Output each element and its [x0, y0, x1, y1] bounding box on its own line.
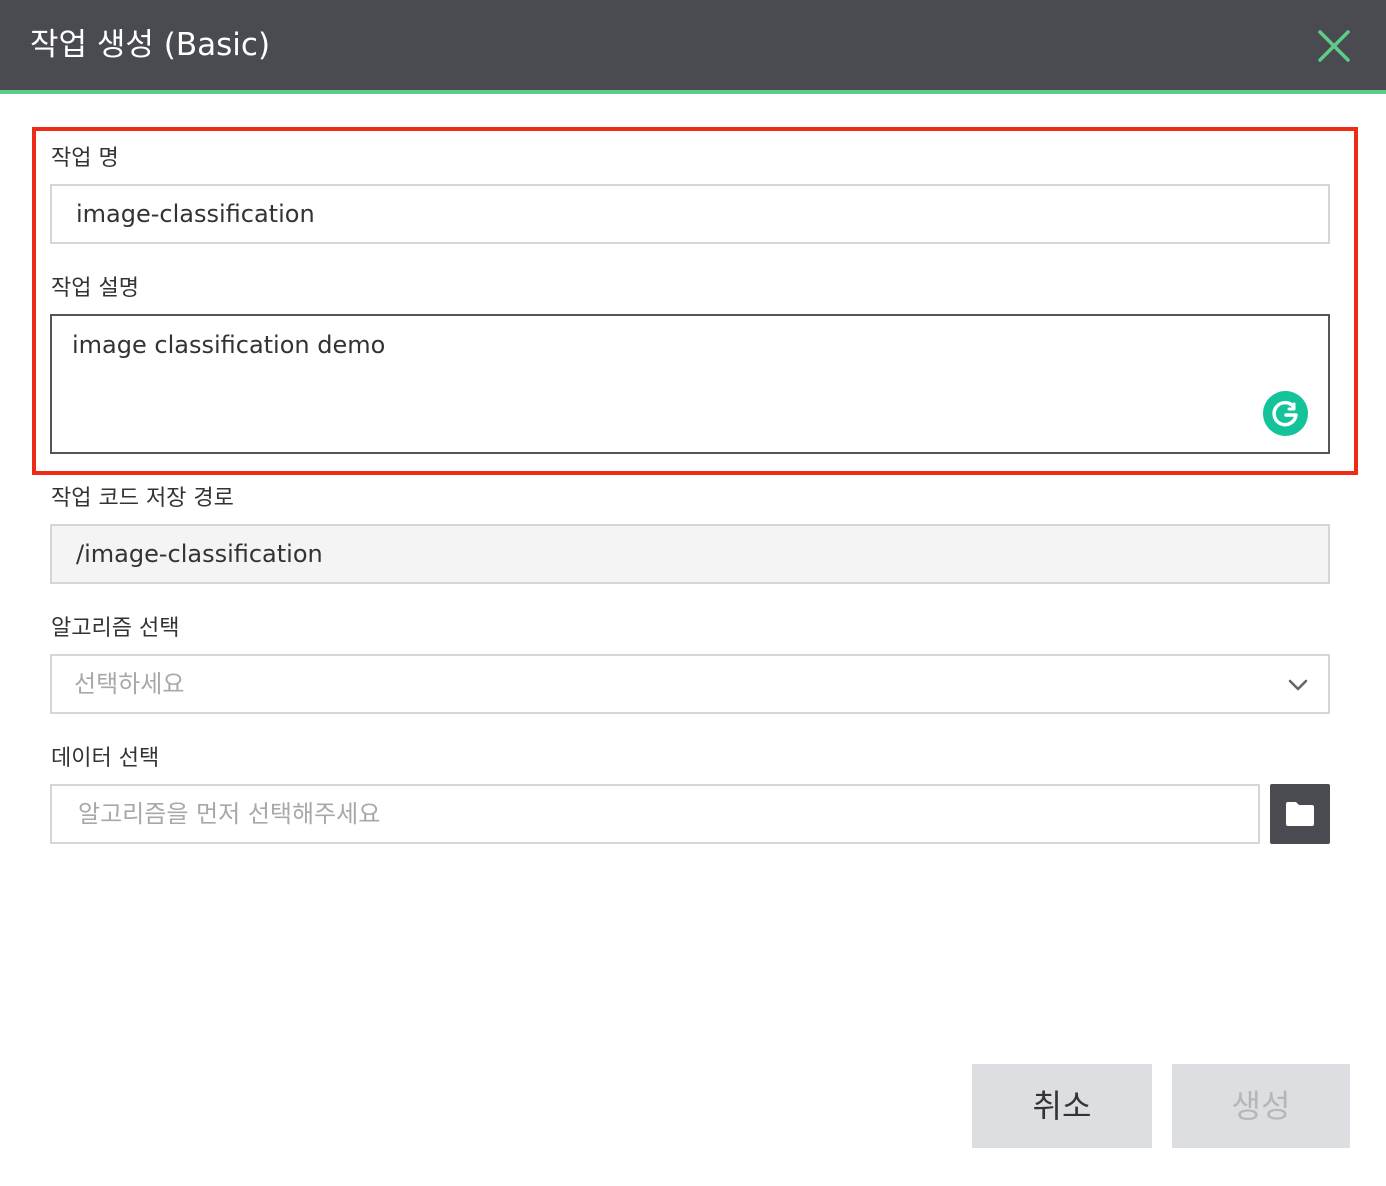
code-path-input: /image-classification [50, 524, 1330, 584]
chevron-down-icon [1286, 673, 1310, 697]
dialog-title: 작업 생성 (Basic) [30, 27, 271, 63]
code-path-label: 작업 코드 저장 경로 [51, 486, 234, 511]
algorithm-select[interactable]: 선택하세요 [50, 654, 1330, 714]
create-button[interactable]: 생성 [1172, 1064, 1350, 1148]
job-description-textarea[interactable]: image classification demo [50, 314, 1330, 454]
header-accent-line [0, 90, 1386, 94]
job-description-label: 작업 설명 [51, 276, 139, 301]
data-label: 데이터 선택 [51, 746, 160, 771]
algorithm-label: 알고리즘 선택 [51, 616, 180, 641]
data-input[interactable]: 알고리즘을 먼저 선택해주세요 [50, 784, 1260, 844]
job-name-label: 작업 명 [51, 146, 119, 171]
cancel-button[interactable]: 취소 [972, 1064, 1152, 1148]
close-icon[interactable] [1312, 24, 1356, 68]
grammarly-icon[interactable] [1263, 391, 1308, 436]
job-name-input[interactable]: image-classification [50, 184, 1330, 244]
folder-browse-button[interactable] [1270, 784, 1330, 844]
folder-icon [1286, 802, 1314, 826]
dialog-header: 작업 생성 (Basic) [0, 0, 1386, 90]
